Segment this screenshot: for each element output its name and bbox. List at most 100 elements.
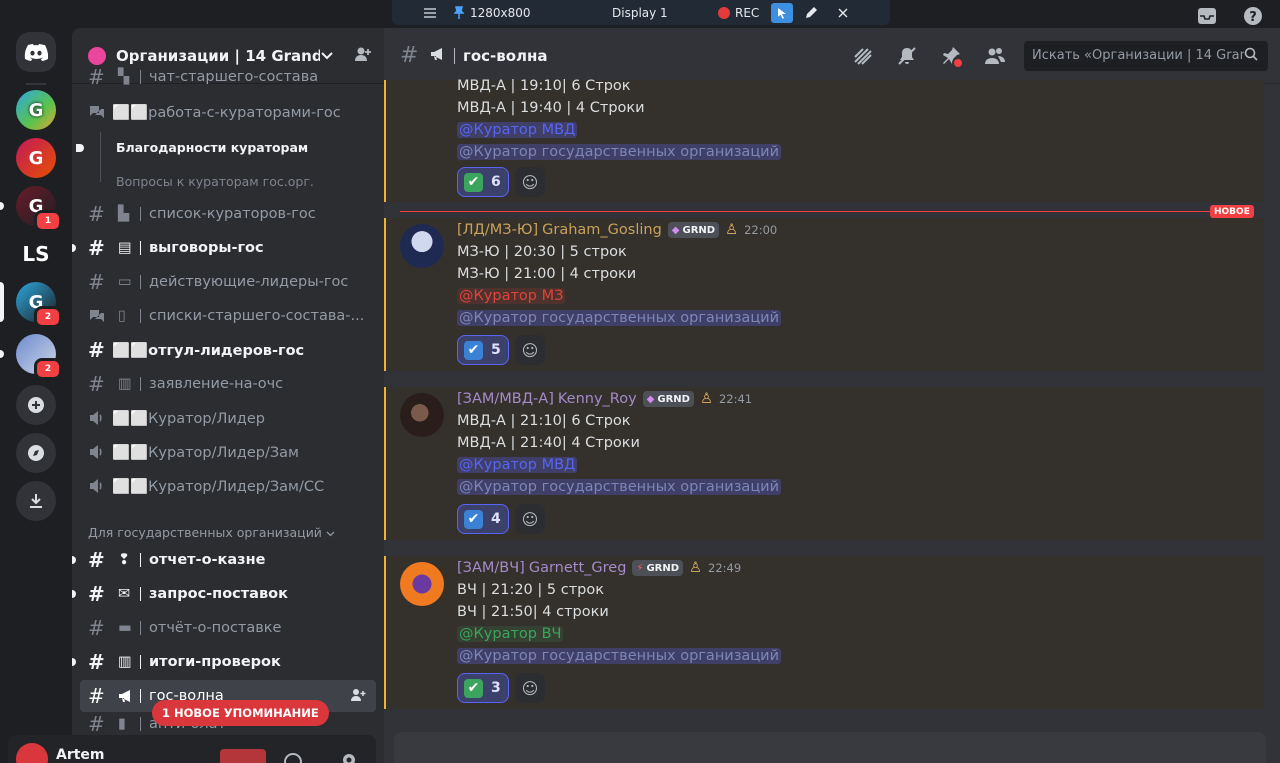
server-icon[interactable]: LS xyxy=(16,234,56,274)
channel-item[interactable]: # ⬜⬜отгул-лидеров-гос xyxy=(80,334,376,366)
add-reaction-icon[interactable]: ☺ xyxy=(515,167,545,197)
thread-item[interactable]: Вопросы к кураторам гос.орг. xyxy=(116,164,314,198)
channel-divider xyxy=(140,621,141,635)
role-mention[interactable]: @Куратор государственных организаций xyxy=(457,648,782,664)
search-input[interactable]: Искать «Организации | 14 Gran... xyxy=(1024,40,1268,71)
reaction-button[interactable]: ✔ 4 xyxy=(457,504,509,534)
avatar[interactable] xyxy=(400,224,444,268)
role-mention[interactable]: @Куратор государственных организаций xyxy=(457,144,782,160)
recorder-menu-icon[interactable] xyxy=(416,0,444,25)
server-folder[interactable]: 2 xyxy=(0,334,62,380)
add-reaction-icon[interactable]: ☺ xyxy=(515,335,545,365)
megaphone-icon xyxy=(430,46,448,65)
channel-divider xyxy=(140,553,141,567)
inbox-icon[interactable] xyxy=(1196,6,1218,26)
channel-item[interactable]: # ❢ отчет-о-казне xyxy=(72,544,376,576)
pin-icon[interactable] xyxy=(940,45,964,69)
gem-icon: ◆ xyxy=(671,224,680,236)
channel-item[interactable]: # ▥ итоги-проверок xyxy=(72,646,376,678)
thread-item[interactable]: Благодарности кураторам xyxy=(116,130,308,164)
server-rail: G G G 1 LS G 2 2 xyxy=(0,28,72,763)
author-name[interactable]: Kenny_Roy xyxy=(558,391,637,407)
user-name[interactable]: Artem xyxy=(56,747,105,763)
channel-name: ⬜⬜Куратор/Лидер/Зам/СС xyxy=(112,478,325,495)
channel-item[interactable]: # ▬ отчёт-о-поставке xyxy=(80,612,376,644)
message-composer[interactable] xyxy=(394,732,1266,763)
unread-dot xyxy=(72,658,76,666)
server-icon[interactable]: G xyxy=(16,90,56,130)
reaction-button[interactable]: ✔ 3 xyxy=(457,673,509,703)
channel-emoji-icon: ▮ xyxy=(118,716,126,732)
message[interactable]: [ЗАМ/ВЧ] Garnett_Greg ⚡ GRND ♙ 22:49 ВЧ |… xyxy=(384,556,1264,709)
voice-channel-item[interactable]: ⬜⬜Куратор/Лидер/Зам xyxy=(80,436,376,468)
author-name[interactable]: Garnett_Greg xyxy=(529,560,627,576)
channel-item[interactable]: ▯ списки-старшего-состава-... xyxy=(80,300,376,332)
author-name[interactable]: Graham_Gosling xyxy=(542,222,662,238)
channel-item[interactable]: # ▤ выговоры-гос xyxy=(72,232,376,264)
avatar[interactable] xyxy=(400,562,444,606)
add-reaction-icon[interactable]: ☺ xyxy=(515,504,545,534)
voice-channel-item[interactable]: ⬜⬜Куратор/Лидер xyxy=(80,402,376,434)
gear-icon[interactable] xyxy=(340,751,358,763)
help-icon[interactable]: ? xyxy=(1242,6,1264,26)
role-mention[interactable]: @Куратор МВД xyxy=(457,457,578,473)
role-mention[interactable]: @Куратор государственных организаций xyxy=(457,479,782,495)
role-mention[interactable]: @Куратор МЗ xyxy=(457,288,566,304)
author-prefix: [ЛД/МЗ-Ю] xyxy=(457,222,539,238)
channel-item[interactable]: # ▙ список-кураторов-гос xyxy=(80,198,376,230)
recorder-resolution[interactable]: 1280x800 xyxy=(470,0,578,25)
channel-name: ⬜⬜Куратор/Лидер/Зам xyxy=(112,444,299,461)
voice-channel-item[interactable]: ⬜⬜Куратор/Лидер/Зам/СС xyxy=(80,470,376,502)
channel-item[interactable]: ⬜⬜работа-с-кураторами-гос xyxy=(80,96,376,128)
thread-line xyxy=(100,132,101,182)
channel-item[interactable]: # ▥ заявление-на-очс xyxy=(80,368,376,400)
channel-divider xyxy=(140,309,141,323)
avatar[interactable] xyxy=(16,743,48,763)
channel-item[interactable]: # ✉ запрос-поставок xyxy=(72,578,376,610)
pin-icon[interactable] xyxy=(454,0,464,25)
threads-icon[interactable] xyxy=(852,45,874,67)
add-server-button[interactable] xyxy=(16,385,56,425)
server-icon[interactable]: G 2 xyxy=(0,282,62,328)
channel-name: список-кураторов-гос xyxy=(149,206,316,222)
server-icon[interactable]: G 1 xyxy=(0,186,62,232)
recorder-close-icon[interactable] xyxy=(833,0,853,25)
role-mention[interactable]: @Куратор МВД xyxy=(457,122,578,138)
channel-item[interactable]: # ▚ чат-старшего-состава xyxy=(80,64,376,90)
server-icon[interactable]: G xyxy=(16,138,56,178)
download-icon[interactable] xyxy=(16,481,56,521)
role-mention[interactable]: @Куратор ВЧ xyxy=(457,626,564,642)
invite-people-icon[interactable] xyxy=(354,46,372,66)
hash-icon: # xyxy=(88,65,105,89)
message[interactable]: [ЛД/МЗ-Ю] Graham_Gosling ◆ GRND ♙ 22:00 М… xyxy=(384,218,1264,371)
selected-pill xyxy=(0,282,4,322)
explore-icon[interactable] xyxy=(16,433,56,473)
avatar[interactable] xyxy=(400,393,444,437)
bell-slash-icon[interactable] xyxy=(896,45,918,67)
discord-home-button[interactable] xyxy=(16,32,56,72)
message[interactable]: МВД-А | 19:10| 6 Строк МВД-А | 19:40 | 4… xyxy=(384,78,1264,202)
record-button[interactable]: REC xyxy=(718,0,759,25)
headphones-icon[interactable] xyxy=(284,753,302,763)
hash-icon: # xyxy=(88,372,105,396)
reaction-button[interactable]: ✔ 6 xyxy=(457,167,509,197)
message[interactable]: [ЗАМ/МВД-А] Kenny_Roy ◆ GRND ♙ 22:41 МВД-… xyxy=(384,387,1264,540)
message-line: МВД-А | 19:10| 6 Строк xyxy=(457,78,631,94)
channel-item[interactable]: # ▭ действующие-лидеры-гос xyxy=(80,266,376,298)
new-mention-pill[interactable]: 1 НОВОЕ УПОМИНАНИЕ xyxy=(152,700,329,726)
reaction-button[interactable]: ✔ 5 xyxy=(457,335,509,365)
pen-tool-icon[interactable] xyxy=(801,0,821,25)
recorder-display[interactable]: Display 1 xyxy=(612,0,708,25)
mute-mic-button[interactable] xyxy=(220,749,266,763)
chat-header: # гос-волна Искать «Организации | 14 Gra… xyxy=(384,28,1280,84)
add-reaction-icon[interactable]: ☺ xyxy=(515,673,545,703)
members-icon[interactable] xyxy=(984,45,1006,67)
invite-icon[interactable] xyxy=(350,688,366,706)
category-header[interactable]: Для государственных организаций xyxy=(88,525,335,540)
cursor-tool-button[interactable] xyxy=(771,2,794,23)
message-author-row: [ЛД/МЗ-Ю] Graham_Gosling ◆ GRND ♙ 22:00 xyxy=(457,222,777,238)
channel-divider xyxy=(140,377,141,391)
message-line: МВД-А | 19:40 | 4 Строки xyxy=(457,100,645,116)
role-mention[interactable]: @Куратор государственных организаций xyxy=(457,310,782,326)
money-bag-icon: ❢ xyxy=(118,552,131,568)
